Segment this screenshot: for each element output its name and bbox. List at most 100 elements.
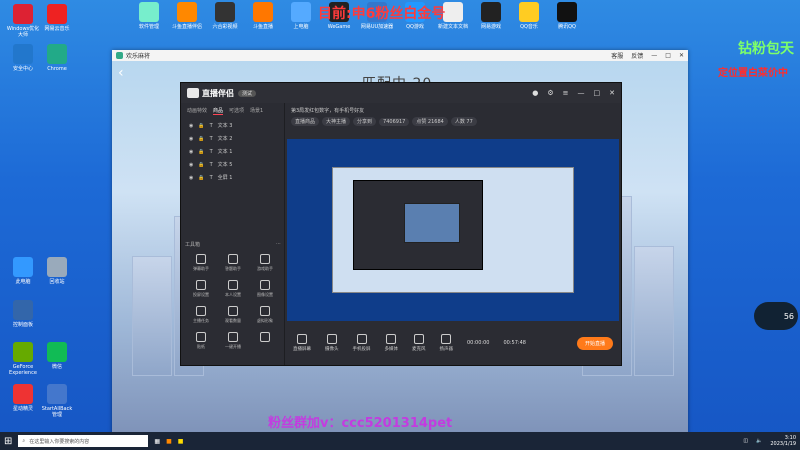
toolbox-item[interactable]: 观看数量 [217,306,249,324]
game-logo-icon [116,52,123,59]
source-add-label: 麦克风 [412,347,426,352]
desktop-icon[interactable]: 六合彩视频 [208,2,242,36]
eye-icon[interactable]: ◉ [189,162,193,168]
taskbar: ⊞ ⌕ 在这里输入你要搜索的内容 ▦ ■ ■ ◫ 🔈 3:10 2023/1/1… [0,432,800,450]
maximize-icon[interactable]: □ [594,89,601,97]
network-icon[interactable]: ◫ [743,438,748,444]
tab-effects[interactable]: 动画特效 [187,107,207,115]
tool-icon [228,280,238,290]
toolbox-item[interactable]: 游戏助手 [249,254,281,272]
source-add-button[interactable]: 直播屏幕 [293,334,311,352]
source-add-button[interactable]: 手机投屏 [353,334,371,352]
desktop-icon[interactable]: 斗鱼直播 [246,2,280,36]
desktop-icon[interactable]: 回收站 [40,257,74,285]
desktop-icon[interactable]: 上电脑 [284,2,318,36]
stream-preview[interactable] [287,139,619,339]
tab-scene1[interactable]: 场景1 [250,107,263,115]
source-add-button[interactable]: 麦克风 [412,334,426,352]
eye-icon[interactable]: ◉ [189,175,193,181]
app-icon [177,2,197,22]
volume-icon[interactable]: 🔈 [756,438,762,444]
toolbox-item[interactable]: 贴纸 [185,332,217,350]
clock-date[interactable]: 2023/1/19 [770,441,796,447]
room-chip[interactable]: 大神主播 [322,117,351,126]
desktop-icon[interactable]: 软件管理 [132,2,166,36]
studio-taskbar-icon[interactable]: ■ [166,438,172,445]
avatar[interactable]: ● [532,89,538,97]
go-live-button[interactable]: 开始直播 [576,336,613,350]
room-chip[interactable]: 7406917 [379,118,410,126]
game-taskbar-icon[interactable]: ■ [178,438,184,445]
app-icon [481,2,501,22]
taskview-icon[interactable]: ▦ [154,438,160,445]
desktop-icon[interactable]: StartAllBack 管理 [40,384,74,418]
lock-icon[interactable]: 🔒 [198,175,204,181]
desktop-icon[interactable]: 控制面板 [6,300,40,328]
search-input[interactable]: ⌕ 在这里输入你要搜索的内容 [18,435,149,447]
start-icon[interactable]: ⊞ [4,436,12,447]
eye-icon[interactable]: ◉ [189,149,193,155]
source-item[interactable]: ◉ 🔒 T 全屏 1 [181,171,284,184]
close-button[interactable]: ✕ [679,52,684,59]
toolbox-item[interactable]: 图像设置 [249,280,281,298]
tool-icon [260,280,270,290]
feedback-button[interactable]: 反馈 [631,51,643,60]
desktop-icon[interactable]: Chrome [40,44,74,72]
room-chip[interactable]: 直播商品 [291,117,320,126]
desktop-icon[interactable]: 腾讯QQ [550,2,584,36]
desktop-icon[interactable]: 安全中心 [6,44,40,72]
app-icon [557,2,577,22]
room-chip[interactable]: 点赞 21684 [412,117,448,126]
source-item[interactable]: ◉ 🔒 T 文本 2 [181,132,284,145]
right-float-widget[interactable]: 56 [754,302,798,330]
desktop-icon-label: 腾讯QQ [558,24,576,30]
desktop-icon[interactable]: GeForce Experience [6,342,40,376]
lock-icon[interactable]: 🔒 [198,149,204,155]
source-add-button[interactable]: 摄像头 [325,334,339,352]
toolbox-item[interactable]: 虚拟形象 [249,306,281,324]
desktop-icon[interactable]: 微信 [40,342,74,370]
maximize-button[interactable]: □ [665,52,671,59]
source-add-button[interactable]: 多媒体 [385,334,398,352]
source-item[interactable]: ◉ 🔒 T 文本 1 [181,145,284,158]
studio-logo-icon [187,88,199,98]
eye-icon[interactable]: ◉ [189,136,193,142]
toolbox-item[interactable]: 答题助手 [217,254,249,272]
desktop-icon[interactable]: 网易游戏 [474,2,508,36]
search-placeholder: 在这里输入你要搜索的内容 [29,438,90,445]
tab-options[interactable]: 可选项 [229,107,244,115]
desktop-icon[interactable]: Windows优化大师 [6,4,40,38]
desktop-icon[interactable]: 斗鱼直播伴侣 [170,2,204,36]
desktop-icon[interactable]: 星动精灵 [6,384,40,412]
app-icon [443,2,463,22]
menu-icon[interactable]: ≡ [563,89,569,97]
room-chip[interactable]: 分享到 [353,117,377,126]
service-button[interactable]: 客服 [611,51,623,60]
toolbox-item[interactable]: 一键开播 [217,332,249,350]
settings-icon[interactable]: ⚙ [547,89,553,97]
back-arrow-icon[interactable]: ‹ [118,65,124,81]
toolbox-item[interactable]: 本人设置 [217,280,249,298]
toolbox-item[interactable]: 弹幕助手 [185,254,217,272]
eye-icon[interactable]: ◉ [189,123,193,129]
tool-icon [260,306,270,316]
minimize-icon[interactable]: — [578,89,585,97]
close-icon[interactable]: ✕ [609,89,615,97]
tab-goods[interactable]: 商品 [213,107,224,115]
source-item[interactable]: ◉ 🔒 T 文本 5 [181,158,284,171]
room-chip[interactable]: 人数 77 [450,117,477,126]
minimize-button[interactable]: — [651,52,657,59]
source-add-label: 扬声器 [439,347,454,352]
lock-icon[interactable]: 🔒 [198,123,204,129]
desktop-icon[interactable]: 此电脑 [6,257,40,285]
lock-icon[interactable]: 🔒 [198,136,204,142]
toolbox-item[interactable]: 投屏设置 [185,280,217,298]
toolbox-item[interactable] [249,332,281,350]
desktop-icon[interactable]: QQ音乐 [512,2,546,36]
toolbox-item[interactable]: 主播任务 [185,306,217,324]
source-add-button[interactable]: 扬声器 [439,334,454,352]
toolbox-more-icon[interactable]: ⋯ [276,241,281,248]
desktop-icon[interactable]: 网易云音乐 [40,4,74,32]
lock-icon[interactable]: 🔒 [198,162,204,168]
source-item[interactable]: ◉ 🔒 T 文本 3 [181,119,284,132]
